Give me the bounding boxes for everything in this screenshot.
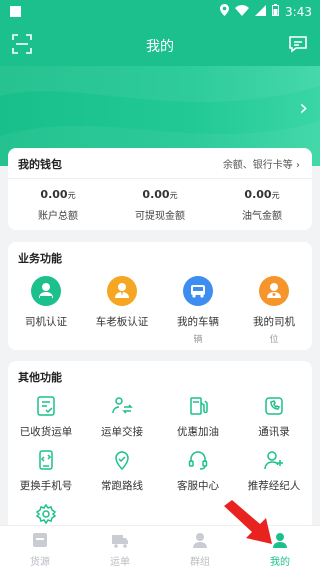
wallet-total-unit: 元: [67, 191, 76, 200]
signal-icon: [255, 4, 267, 19]
settings-icon: [35, 503, 57, 525]
waybill-truck-icon: [112, 535, 128, 548]
waybill-handover-icon: [112, 397, 133, 414]
wallet-fuel-label: 油气金额: [242, 211, 282, 222]
truck-icon: [183, 276, 213, 306]
chevron-right-icon: ›: [296, 160, 300, 171]
driver-cert-label: 司机认证: [25, 316, 67, 328]
received-waybill-button[interactable]: 已收货运单: [8, 395, 84, 439]
recommend-agent-icon: [264, 451, 283, 470]
recommend-agent-button[interactable]: 推荐经纪人: [236, 449, 312, 493]
wallet-fuel-unit: 元: [271, 191, 280, 200]
status-time: 3:43: [285, 4, 312, 19]
wallet-withdrawable-value: 0.00: [142, 188, 170, 201]
my-drivers-button[interactable]: 我的司机 位: [236, 276, 312, 345]
my-drivers-label: 我的司机: [253, 316, 295, 328]
waybill-handover-label: 运单交接: [101, 426, 143, 438]
fuel-icon: [190, 397, 208, 415]
other-section-title: 其他功能: [18, 371, 62, 384]
fuel-discount-label: 优惠加油: [177, 426, 219, 438]
group-icon: [193, 533, 207, 548]
wallet-title: 我的钱包: [18, 158, 62, 171]
divider: [8, 178, 312, 179]
waybill-handover-button[interactable]: 运单交接: [84, 395, 160, 439]
wallet-card: 我的钱包 余额、银行卡等 › 0.00元 账户总额 0.00元 可提现金额 0.…: [8, 148, 312, 230]
wallet-total-value: 0.00: [40, 188, 68, 201]
tab-waybill-label: 运单: [110, 557, 130, 568]
business-functions-card: 业务功能 司机认证 车老板认证 我的车辆 辆 我的司机 位: [8, 242, 312, 350]
header: 我的: [0, 24, 320, 66]
customer-service-label: 客服中心: [177, 480, 219, 492]
owner-cert-icon: [107, 276, 137, 306]
my-vehicles-label: 我的车辆: [177, 316, 219, 328]
owner-cert-label: 车老板认证: [95, 316, 149, 328]
driver-cert-icon: [31, 276, 61, 306]
wallet-total-label: 账户总额: [38, 211, 78, 222]
wallet-withdrawable-unit: 元: [169, 191, 178, 200]
notification-square-icon: [10, 6, 21, 17]
wallet-fuel-value: 0.00: [244, 188, 272, 201]
business-section-title: 业务功能: [18, 252, 62, 265]
contacts-button[interactable]: 通讯录: [236, 395, 312, 439]
my-vehicles-count-unit: 辆: [193, 335, 203, 345]
location-icon: [220, 4, 230, 19]
tab-waybill[interactable]: 运单: [80, 530, 160, 568]
change-phone-icon: [39, 450, 53, 470]
my-vehicles-button[interactable]: 我的车辆 辆: [160, 276, 236, 345]
status-bar: 3:43: [0, 0, 320, 24]
change-phone-button[interactable]: 更换手机号: [8, 449, 84, 493]
wifi-icon: [235, 4, 250, 19]
received-waybill-icon: [37, 396, 55, 416]
frequent-routes-button[interactable]: 常跑路线: [84, 449, 160, 493]
route-icon: [115, 451, 129, 471]
red-arrow-icon: [224, 500, 272, 544]
my-driver-icon: [259, 276, 289, 306]
contacts-label: 通讯录: [258, 426, 290, 438]
tab-cargo-label: 货源: [30, 557, 50, 568]
recommend-agent-label: 推荐经纪人: [247, 480, 301, 492]
driver-cert-button[interactable]: 司机认证: [8, 276, 84, 329]
wallet-total[interactable]: 0.00元 账户总额: [8, 188, 108, 222]
my-drivers-count-unit: 位: [269, 335, 279, 345]
fuel-discount-button[interactable]: 优惠加油: [160, 395, 236, 439]
cargo-icon: [33, 533, 47, 547]
chevron-right-icon[interactable]: ›: [299, 96, 308, 121]
customer-service-button[interactable]: 客服中心: [160, 449, 236, 493]
page-title: 我的: [146, 39, 174, 55]
tab-profile-label: 我的: [270, 557, 290, 568]
wallet-fuel[interactable]: 0.00元 油气金额: [212, 188, 312, 222]
wallet-withdrawable[interactable]: 0.00元 可提现金额: [110, 188, 210, 222]
tab-cargo[interactable]: 货源: [0, 530, 80, 568]
owner-cert-button[interactable]: 车老板认证: [84, 276, 160, 329]
wallet-more-link[interactable]: 余额、银行卡等 ›: [223, 156, 300, 171]
change-phone-label: 更换手机号: [19, 480, 73, 492]
message-icon[interactable]: [288, 34, 308, 54]
frequent-routes-label: 常跑路线: [101, 480, 143, 492]
battery-icon: [272, 4, 280, 19]
tab-group-label: 群组: [190, 557, 210, 568]
received-waybill-label: 已收货运单: [19, 426, 73, 438]
customer-service-icon: [188, 451, 208, 470]
wallet-more-label: 余额、银行卡等: [222, 160, 293, 171]
wallet-withdrawable-label: 可提现金额: [135, 211, 185, 222]
contacts-icon: [265, 397, 283, 415]
